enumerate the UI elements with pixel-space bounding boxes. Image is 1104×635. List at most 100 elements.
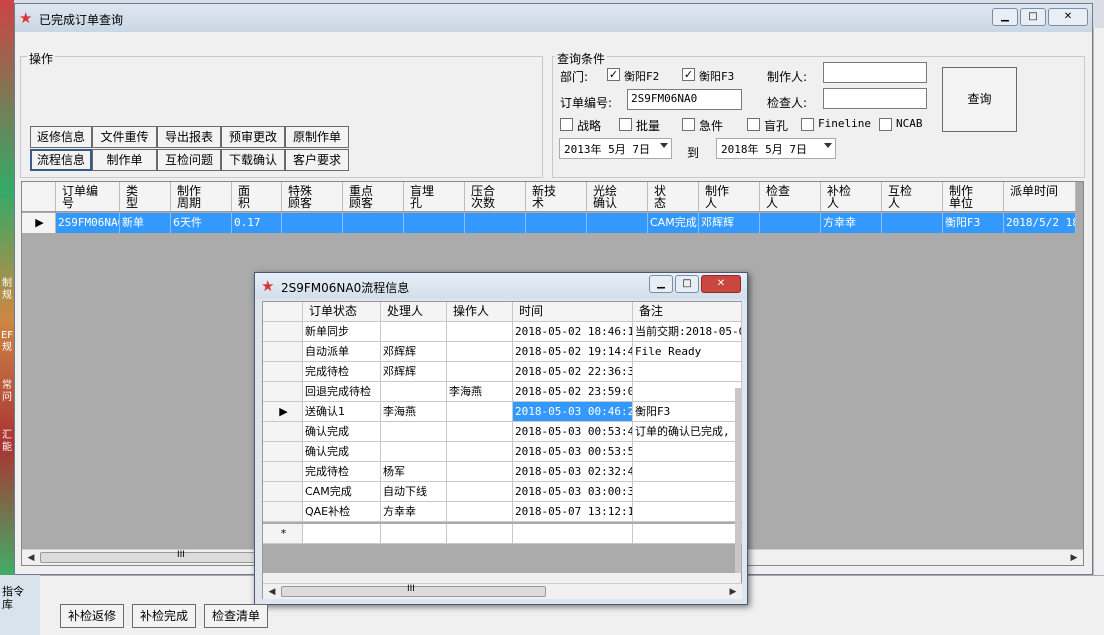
- new-row-cell[interactable]: [633, 524, 742, 544]
- grid-cell[interactable]: 新单: [120, 213, 171, 233]
- flow-cell[interactable]: 当前交期:2018-05-0: [633, 322, 742, 342]
- flow-row[interactable]: 新单同步 2018-05-02 18:46:19 当前交期:2018-05-0: [263, 322, 742, 342]
- export-report-button[interactable]: 导出报表: [157, 126, 221, 148]
- flow-cell[interactable]: 杨军: [381, 462, 447, 482]
- urgent-checkbox[interactable]: [682, 118, 695, 131]
- flow-cell[interactable]: [633, 482, 742, 502]
- flow-cell[interactable]: 自动下线: [381, 482, 447, 502]
- download-confirm-button[interactable]: 下载确认: [221, 149, 285, 171]
- flow-cell[interactable]: 2018-05-02 23:59:09: [513, 382, 633, 402]
- scroll-right-icon[interactable]: ▶: [726, 585, 740, 599]
- ncab-checkbox[interactable]: [879, 118, 892, 131]
- grid-cell[interactable]: [882, 213, 943, 233]
- grid-cell[interactable]: 2018/5/2 18: [1004, 213, 1076, 233]
- flow-cell[interactable]: 送确认1: [303, 402, 381, 422]
- flow-cell[interactable]: 完成待检: [303, 362, 381, 382]
- flow-horizontal-scrollbar[interactable]: ◀ III ▶: [263, 583, 742, 599]
- flow-header-cell[interactable]: 订单状态: [303, 302, 381, 322]
- grid-header-cell[interactable]: 特殊 顾客: [282, 182, 343, 211]
- flow-row[interactable]: 完成待检 邓辉辉 2018-05-02 22:36:36: [263, 362, 742, 382]
- checklist-button[interactable]: 检查清单: [204, 604, 268, 628]
- popup-close-button[interactable]: ✕: [701, 275, 741, 293]
- grid-header-cell[interactable]: 面 积: [232, 182, 282, 211]
- flow-row[interactable]: ▶ 送确认1 李海燕 2018-05-03 00:46:29 衡阳F3: [263, 402, 742, 422]
- strategic-checkbox[interactable]: [560, 118, 573, 131]
- checker-input[interactable]: [823, 88, 927, 109]
- grid-cell[interactable]: [526, 213, 587, 233]
- grid-header-cell[interactable]: 互检 人: [882, 182, 943, 211]
- scroll-left-icon[interactable]: ◀: [24, 551, 38, 565]
- grid-header-cell[interactable]: 制作 单位: [943, 182, 1004, 211]
- flow-cell[interactable]: [447, 502, 513, 522]
- flow-cell[interactable]: 李海燕: [381, 402, 447, 422]
- flow-header-cell[interactable]: 处理人: [381, 302, 447, 322]
- grid-cell[interactable]: 2S9FM06NA0: [56, 213, 120, 233]
- flow-cell[interactable]: 2018-05-03 00:46:29: [513, 402, 633, 422]
- flow-row[interactable]: 回退完成待检 李海燕 2018-05-02 23:59:09: [263, 382, 742, 402]
- grid-header-cell[interactable]: 重点 顾客: [343, 182, 404, 211]
- grid-cell[interactable]: 邓辉辉: [699, 213, 760, 233]
- scroll-thumb[interactable]: III: [281, 584, 546, 597]
- dept-f3-checkbox[interactable]: ✓: [682, 68, 695, 81]
- recheck-rework-button[interactable]: 补检返修: [60, 604, 124, 628]
- flow-cell[interactable]: 2018-05-03 02:32:40: [513, 462, 633, 482]
- flow-cell[interactable]: [447, 462, 513, 482]
- order-number-input[interactable]: 2S9FM06NA0: [627, 89, 742, 110]
- maker-input[interactable]: [823, 62, 927, 83]
- flow-row[interactable]: QAE补检 方幸幸 2018-05-07 13:12:12: [263, 502, 742, 522]
- new-row-cell[interactable]: [381, 524, 447, 544]
- maximize-button[interactable]: □: [1020, 8, 1046, 26]
- grid-header-cell[interactable]: 制作 周期: [171, 182, 232, 211]
- grid-cell[interactable]: 6天件: [171, 213, 232, 233]
- customer-requirements-button[interactable]: 客户要求: [285, 149, 349, 171]
- grid-cell[interactable]: [282, 213, 343, 233]
- date-to-picker[interactable]: 2018年 5月 7日: [716, 138, 836, 159]
- flow-cell[interactable]: CAM完成: [303, 482, 381, 502]
- flow-cell[interactable]: 完成待检: [303, 462, 381, 482]
- grid-header-cell[interactable]: 派单时间: [1004, 182, 1076, 211]
- flow-row[interactable]: 确认完成 2018-05-03 00:53:59: [263, 442, 742, 462]
- flow-row[interactable]: CAM完成 自动下线 2018-05-03 03:00:38: [263, 482, 742, 502]
- grid-cell[interactable]: 衡阳F3: [943, 213, 1004, 233]
- flow-cell[interactable]: [633, 462, 742, 482]
- popup-maximize-button[interactable]: □: [675, 275, 699, 293]
- batch-checkbox[interactable]: [619, 118, 632, 131]
- new-row[interactable]: *: [263, 524, 742, 544]
- flow-cell[interactable]: 回退完成待检: [303, 382, 381, 402]
- file-reupload-button[interactable]: 文件重传: [92, 126, 157, 148]
- grid-cell[interactable]: CAM完成: [648, 213, 699, 233]
- flow-cell[interactable]: [381, 382, 447, 402]
- grid-header-cell[interactable]: 类 型: [120, 182, 171, 211]
- popup-minimize-button[interactable]: ▁: [649, 275, 673, 293]
- flow-cell[interactable]: File Ready: [633, 342, 742, 362]
- flow-header-cell[interactable]: 备注: [633, 302, 742, 322]
- dept-f2-checkbox[interactable]: ✓: [607, 68, 620, 81]
- blind-hole-checkbox[interactable]: [747, 118, 760, 131]
- scroll-right-icon[interactable]: ▶: [1067, 551, 1081, 565]
- grid-cell[interactable]: [404, 213, 465, 233]
- flow-cell[interactable]: [447, 482, 513, 502]
- cross-check-issues-button[interactable]: 互检问题: [157, 149, 221, 171]
- flow-cell[interactable]: 2018-05-02 22:36:36: [513, 362, 633, 382]
- flow-row[interactable]: 自动派单 邓辉辉 2018-05-02 19:14:43 File Ready: [263, 342, 742, 362]
- grid-cell[interactable]: [465, 213, 526, 233]
- flow-cell[interactable]: 2018-05-03 03:00:38: [513, 482, 633, 502]
- flow-cell[interactable]: [633, 382, 742, 402]
- rework-info-button[interactable]: 返修信息: [30, 126, 92, 148]
- grid-header-cell[interactable]: 状 态: [648, 182, 699, 211]
- new-row-cell[interactable]: [303, 524, 381, 544]
- flow-cell[interactable]: QAE补检: [303, 502, 381, 522]
- flow-cell[interactable]: [447, 322, 513, 342]
- flow-header-cell[interactable]: 时间: [513, 302, 633, 322]
- grid-header-cell[interactable]: 制作 人: [699, 182, 760, 211]
- grid-header-cell[interactable]: 光绘 确认: [587, 182, 648, 211]
- flow-cell[interactable]: 衡阳F3: [633, 402, 742, 422]
- flow-cell[interactable]: [633, 502, 742, 522]
- flow-header-cell[interactable]: 操作人: [447, 302, 513, 322]
- new-row-cell[interactable]: [513, 524, 633, 544]
- scroll-left-icon[interactable]: ◀: [265, 585, 279, 599]
- recheck-complete-button[interactable]: 补检完成: [132, 604, 196, 628]
- flow-cell[interactable]: 新单同步: [303, 322, 381, 342]
- query-button[interactable]: 查询: [942, 67, 1017, 132]
- flow-cell[interactable]: [381, 422, 447, 442]
